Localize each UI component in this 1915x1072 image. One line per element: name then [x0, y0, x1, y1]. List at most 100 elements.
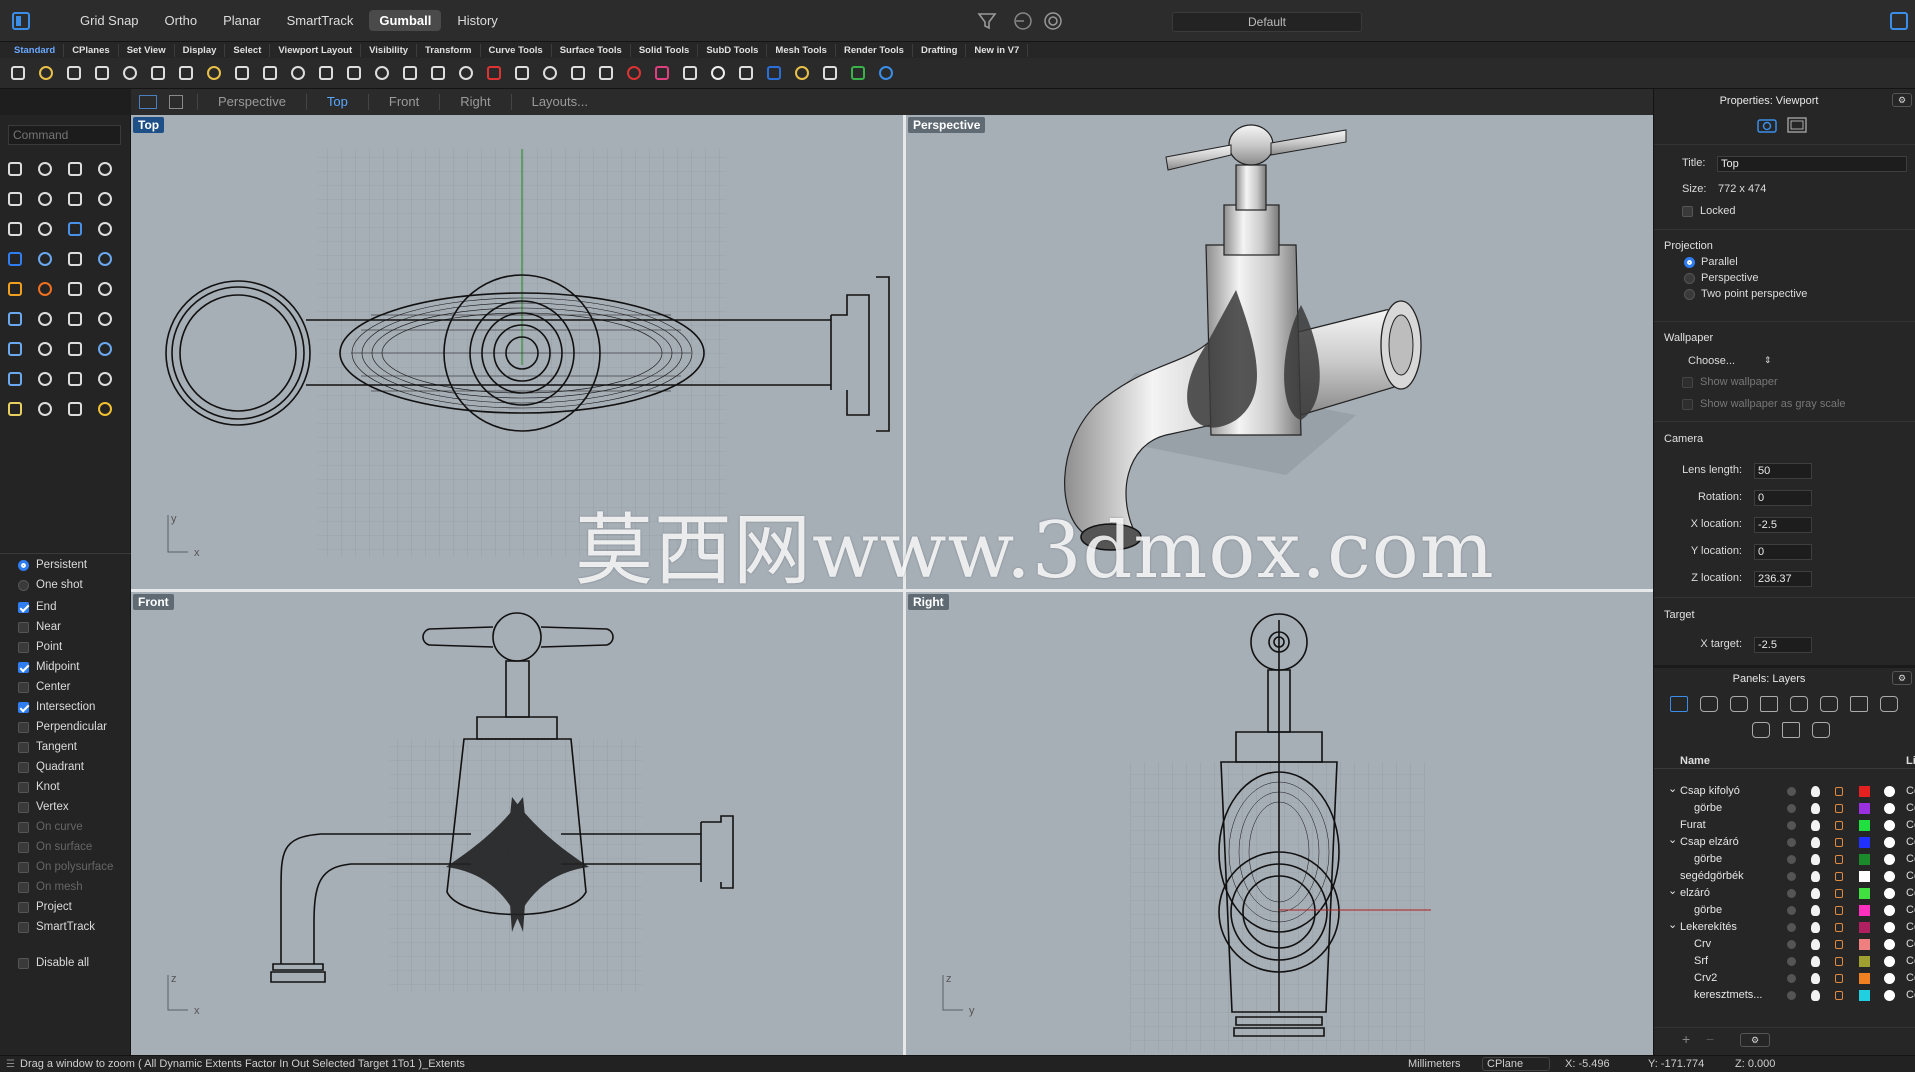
title-field[interactable]: Top	[1717, 156, 1907, 172]
brush-panel-icon[interactable]	[1782, 722, 1800, 738]
block-manager-panel-icon[interactable]	[1760, 696, 1778, 712]
layer-visible-bulb-icon[interactable]	[1811, 973, 1820, 984]
layer-lock-icon[interactable]	[1835, 821, 1843, 830]
tool-fillet-icon[interactable]	[34, 218, 56, 240]
osnap-checkbox[interactable]	[18, 861, 29, 873]
layer-material-icon[interactable]	[1884, 922, 1895, 933]
layer-visible-bulb-icon[interactable]	[1811, 837, 1820, 848]
shade-icon[interactable]	[707, 62, 729, 84]
osnap-checkbox[interactable]	[18, 881, 29, 893]
osnap-on-polysurface[interactable]: On polysurface	[0, 857, 131, 877]
viewport-tab-layouts[interactable]: Layouts...	[510, 94, 608, 110]
ribbon-tab-display[interactable]: Display	[175, 43, 226, 57]
tool-circle-icon[interactable]	[4, 188, 26, 210]
select-filter-icon[interactable]	[791, 62, 813, 84]
lock-icon[interactable]	[595, 62, 617, 84]
osnap-center[interactable]: Center	[0, 677, 131, 697]
pan-icon[interactable]	[259, 62, 281, 84]
camera-icon[interactable]	[511, 62, 533, 84]
tool-surface-icon[interactable]	[64, 218, 86, 240]
layer-linetype[interactable]: Co	[1906, 955, 1915, 967]
layer-lock-icon[interactable]	[1835, 872, 1843, 881]
viewport-tab-perspective[interactable]: Perspective	[197, 94, 306, 110]
layer-lock-icon[interactable]	[1835, 923, 1843, 932]
layer-lock-icon[interactable]	[1835, 991, 1843, 1000]
tool-dims-icon[interactable]	[94, 308, 116, 330]
layer-linetype[interactable]: Co	[1906, 921, 1915, 933]
tool-split-icon[interactable]	[64, 278, 86, 300]
osnap-checkbox[interactable]	[18, 701, 29, 713]
layer-lock-icon[interactable]	[1835, 906, 1843, 915]
layer-lock-icon[interactable]	[1835, 957, 1843, 966]
layer-row[interactable]: görbe Co	[1654, 800, 1915, 817]
osnap-intersection[interactable]: Intersection	[0, 697, 131, 717]
layer-row[interactable]: ⌄Csap kifolyó Co	[1654, 783, 1915, 800]
tool-group-icon[interactable]	[4, 308, 26, 330]
right-panel-toggle-icon[interactable]	[1890, 12, 1908, 30]
layer-visible-bulb-icon[interactable]	[1811, 854, 1820, 865]
osnap-checkbox[interactable]	[18, 721, 29, 733]
tool-brush-icon[interactable]	[4, 398, 26, 420]
layer-linetype[interactable]: Co	[1906, 853, 1915, 865]
ribbon-tab-render-tools[interactable]: Render Tools	[836, 43, 913, 57]
layer-current-icon[interactable]	[1787, 974, 1796, 983]
projection-parallel[interactable]: Parallel	[1684, 256, 1738, 268]
layer-lock-icon[interactable]	[1835, 855, 1843, 864]
tool-light-icon[interactable]	[94, 398, 116, 420]
layer-linetype[interactable]: Co	[1906, 836, 1915, 848]
layer-visible-bulb-icon[interactable]	[1811, 888, 1820, 899]
ribbon-tab-standard[interactable]: Standard	[6, 43, 65, 57]
layer-material-icon[interactable]	[1884, 803, 1895, 814]
xtarget-field[interactable]: -2.5	[1754, 637, 1812, 653]
tool-polyline-icon[interactable]	[64, 158, 86, 180]
layer-color-swatch[interactable]	[1859, 939, 1870, 950]
render-sphere-icon[interactable]	[735, 62, 757, 84]
layer-lock-icon[interactable]	[1835, 787, 1843, 796]
tool-grid-icon[interactable]	[34, 368, 56, 390]
layer-row[interactable]: keresztmets... Co	[1654, 987, 1915, 1004]
print-icon[interactable]	[91, 62, 113, 84]
yloc-field[interactable]: 0	[1754, 544, 1812, 560]
rendering-panel-icon[interactable]	[1812, 722, 1830, 738]
layer-row[interactable]: Crv Co	[1654, 936, 1915, 953]
layers-col-li[interactable]: Li	[1906, 755, 1915, 767]
osnap-checkbox[interactable]	[18, 601, 29, 613]
ribbon-tab-surface-tools[interactable]: Surface Tools	[552, 43, 631, 57]
mode-gumball[interactable]: Gumball	[369, 10, 442, 31]
layer-name[interactable]: segédgörbék	[1680, 870, 1744, 882]
layer-name[interactable]: görbe	[1694, 802, 1722, 814]
tool-props-icon[interactable]	[94, 368, 116, 390]
osnap-checkbox[interactable]	[18, 781, 29, 793]
layer-row[interactable]: ⌄elzáró Co	[1654, 885, 1915, 902]
paste-icon[interactable]	[203, 62, 225, 84]
osnap-checkbox[interactable]	[18, 801, 29, 813]
layer-material-icon[interactable]	[1884, 837, 1895, 848]
show-gray-checkbox[interactable]	[1682, 399, 1693, 410]
layer-current-icon[interactable]	[1787, 804, 1796, 813]
globe-icon[interactable]	[763, 62, 785, 84]
update-icon[interactable]	[847, 62, 869, 84]
tool-text-icon[interactable]	[4, 338, 26, 360]
tool-ellipse-icon[interactable]	[34, 188, 56, 210]
viewport-tab-right[interactable]: Right	[439, 94, 510, 110]
layers-panel-icon[interactable]	[1670, 696, 1688, 712]
layer-name[interactable]: Crv2	[1694, 972, 1717, 984]
osnap-checkbox[interactable]	[18, 741, 29, 753]
layer-color-swatch[interactable]	[1859, 922, 1870, 933]
layer-name[interactable]: keresztmets...	[1694, 989, 1762, 1001]
monitor-panel-icon[interactable]	[1820, 696, 1838, 712]
tool-scale-icon[interactable]	[94, 338, 116, 360]
osnap-perpendicular[interactable]: Perpendicular	[0, 717, 131, 737]
layer-color-swatch[interactable]	[1859, 888, 1870, 899]
zoom-icon[interactable]	[399, 62, 421, 84]
color-icon[interactable]	[623, 62, 645, 84]
layer-row[interactable]: görbe Co	[1654, 851, 1915, 868]
layer-name[interactable]: elzáró	[1680, 887, 1710, 899]
osnap-checkbox[interactable]	[18, 641, 29, 653]
pan-view-icon[interactable]	[427, 62, 449, 84]
layer-material-icon[interactable]	[1884, 888, 1895, 899]
layer-visible-bulb-icon[interactable]	[1811, 820, 1820, 831]
xloc-field[interactable]: -2.5	[1754, 517, 1812, 533]
ribbon-tab-transform[interactable]: Transform	[417, 43, 481, 57]
tool-paint-icon[interactable]	[64, 398, 86, 420]
